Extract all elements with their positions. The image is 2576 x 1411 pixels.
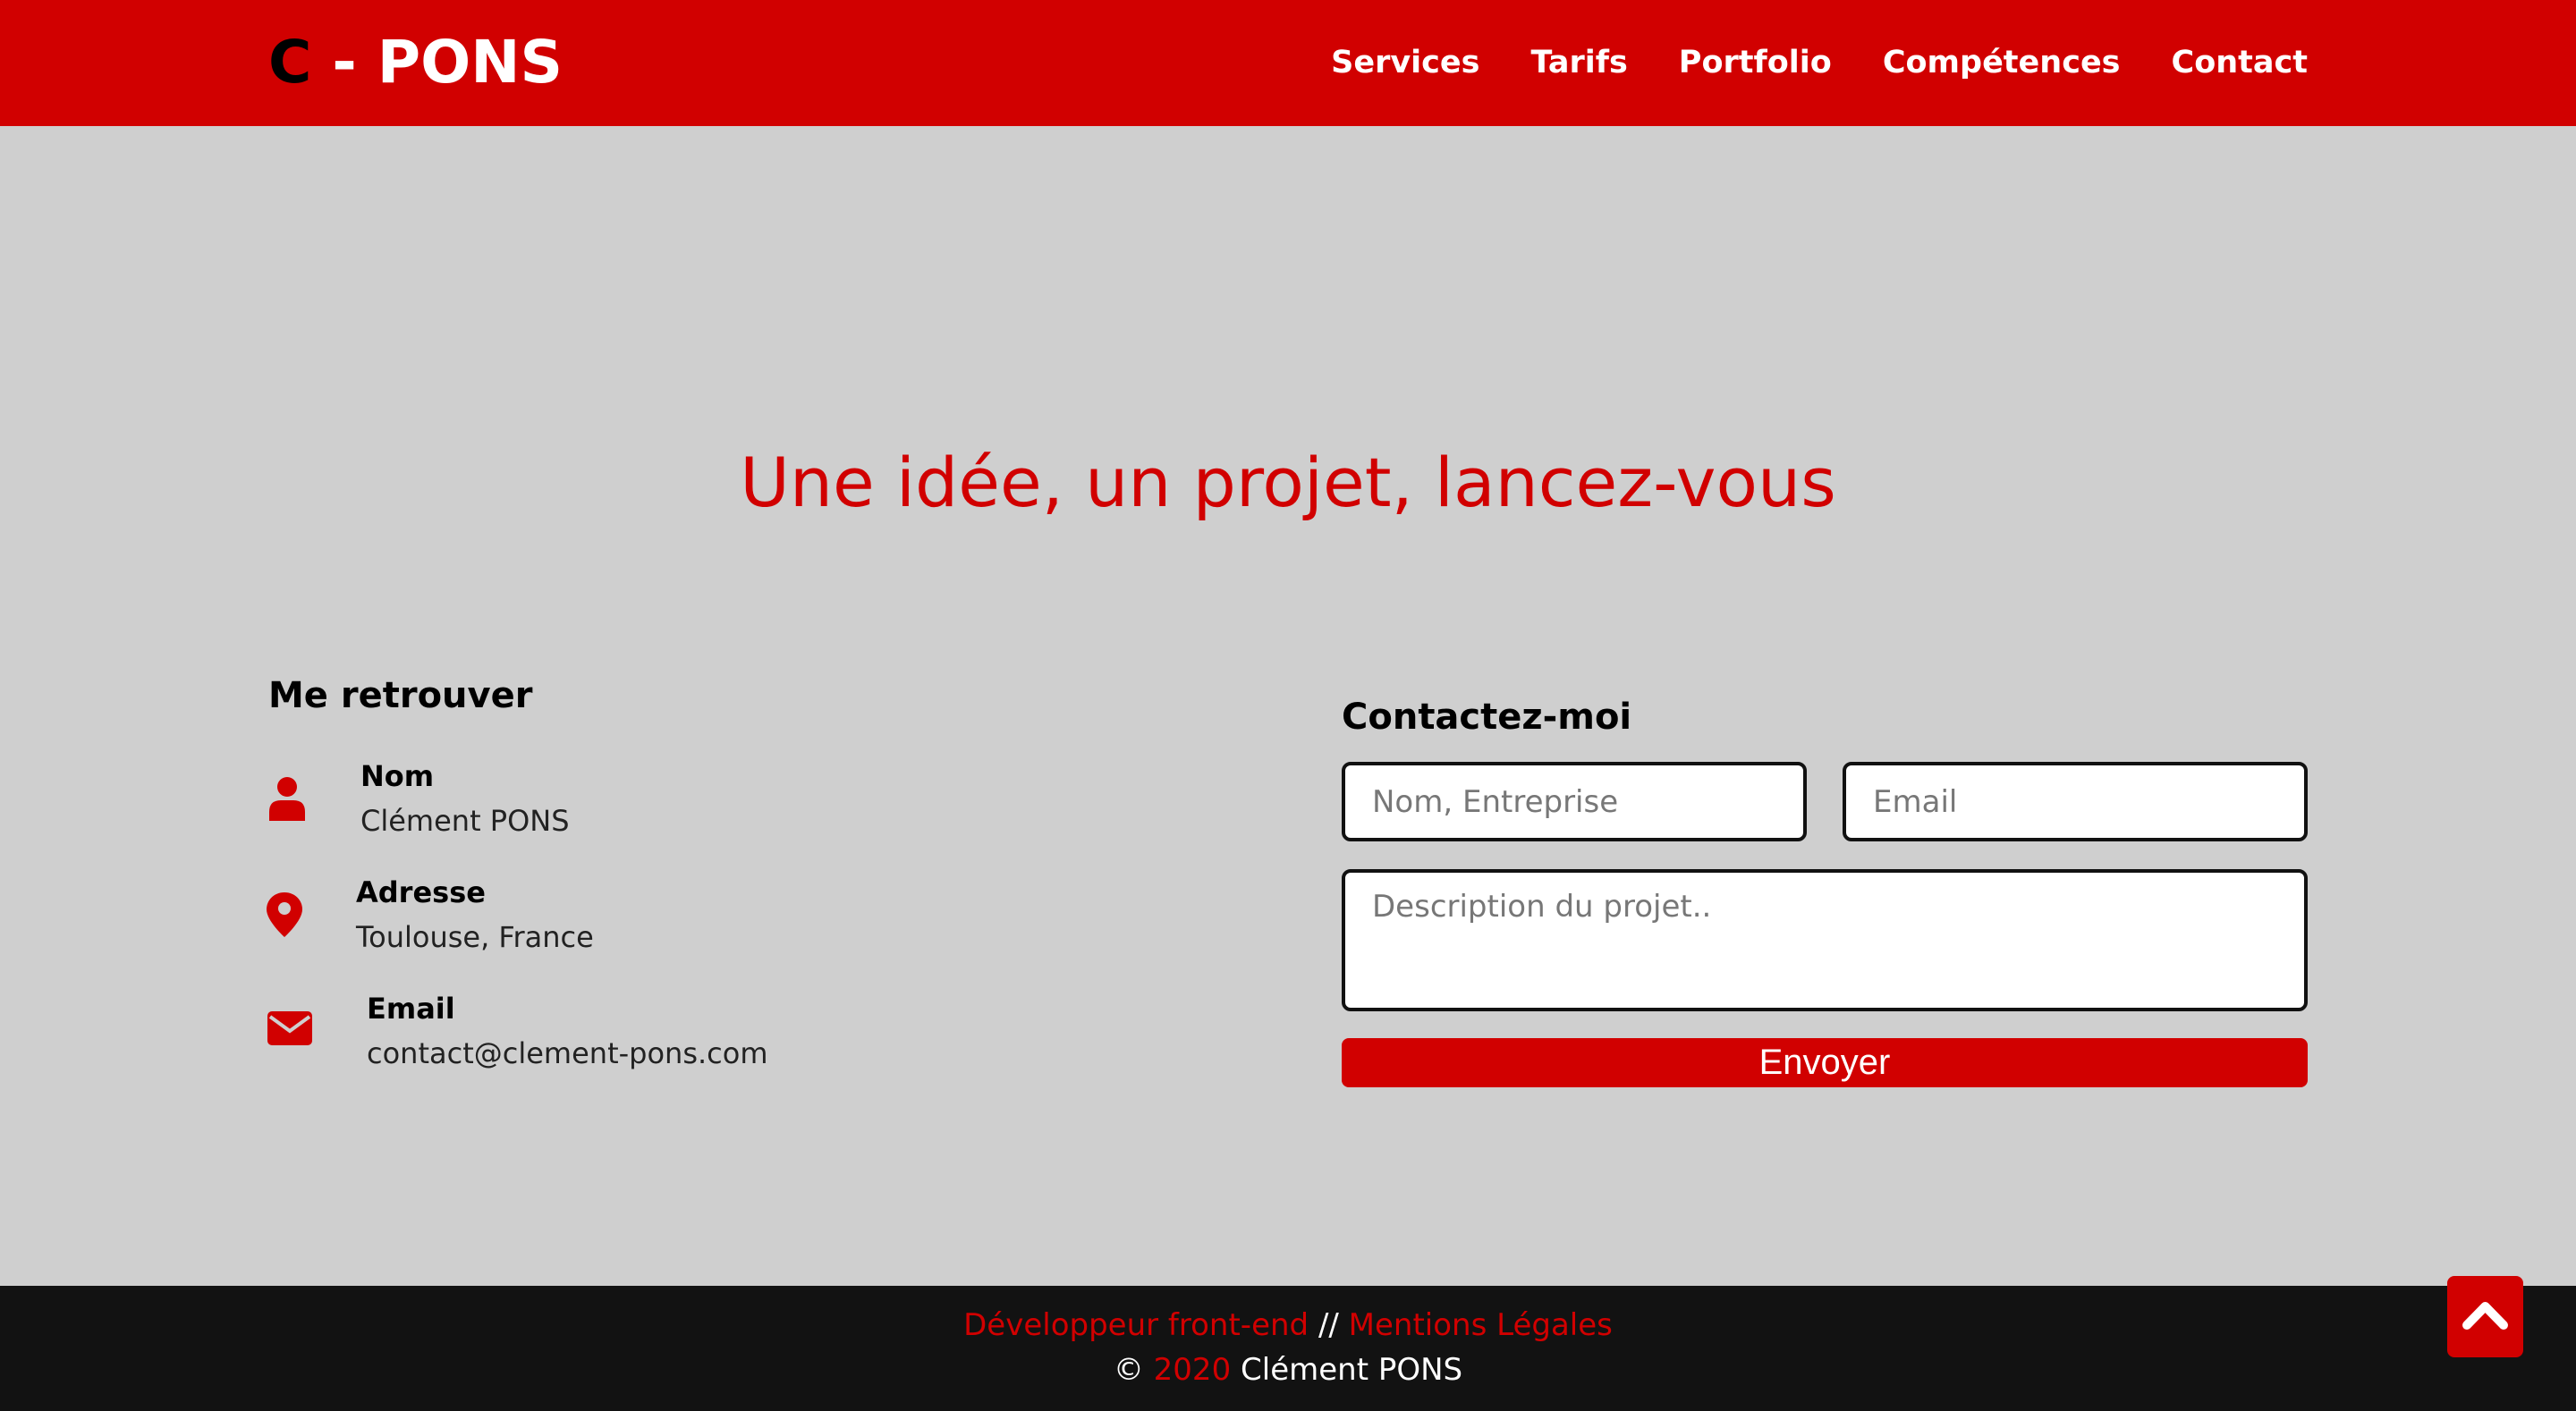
email-value[interactable]: contact@clement-pons.com: [367, 1034, 768, 1073]
find-me-heading: Me retrouver: [268, 675, 533, 716]
email-input[interactable]: [1843, 762, 2308, 841]
name-value: Clément PONS: [360, 804, 570, 838]
map-marker-icon: [267, 892, 302, 937]
footer-separator: //: [1318, 1307, 1339, 1343]
footer-legal-link[interactable]: Mentions Légales: [1349, 1307, 1613, 1343]
logo-name: - PONS: [311, 28, 564, 97]
name-label: Nom: [360, 759, 435, 793]
copyright-owner: Clément PONS: [1241, 1352, 1463, 1388]
footer-links: Développeur front-end // Mentions Légale…: [0, 1304, 2576, 1347]
footer-role-link[interactable]: Développeur front-end: [963, 1307, 1309, 1343]
name-company-input[interactable]: [1342, 762, 1807, 841]
send-button[interactable]: Envoyer: [1342, 1038, 2308, 1087]
nav-link-portfolio[interactable]: Portfolio: [1679, 39, 1832, 86]
nav-link-competences[interactable]: Compétences: [1883, 39, 2121, 86]
user-icon: [269, 777, 305, 821]
page-title: Une idée, un projet, lancez-vous: [740, 443, 1836, 522]
copyright-symbol: ©: [1113, 1352, 1144, 1388]
contact-form-heading: Contactez-moi: [1342, 697, 1632, 738]
address-label: Adresse: [356, 875, 486, 909]
footer-copyright: © 2020 Clément PONS: [0, 1348, 2576, 1391]
description-textarea[interactable]: [1342, 869, 2308, 1011]
main-nav: Services Tarifs Portfolio Compétences Co…: [1331, 39, 2308, 86]
address-value: Toulouse, France: [356, 920, 594, 954]
site-header: C - PONS Services Tarifs Portfolio Compé…: [0, 0, 2576, 126]
envelope-icon: [267, 1011, 312, 1045]
chevron-up-icon: [2462, 1302, 2508, 1330]
logo-initial: C: [268, 28, 312, 97]
site-logo[interactable]: C - PONS: [268, 27, 563, 98]
nav-link-tarifs[interactable]: Tarifs: [1530, 39, 1627, 86]
site-footer: Développeur front-end // Mentions Légale…: [0, 1286, 2576, 1411]
copyright-year: 2020: [1153, 1352, 1232, 1388]
back-to-top-button[interactable]: [2447, 1276, 2523, 1357]
nav-link-contact[interactable]: Contact: [2172, 39, 2308, 86]
email-label: Email: [367, 992, 455, 1026]
nav-link-services[interactable]: Services: [1331, 39, 1479, 86]
